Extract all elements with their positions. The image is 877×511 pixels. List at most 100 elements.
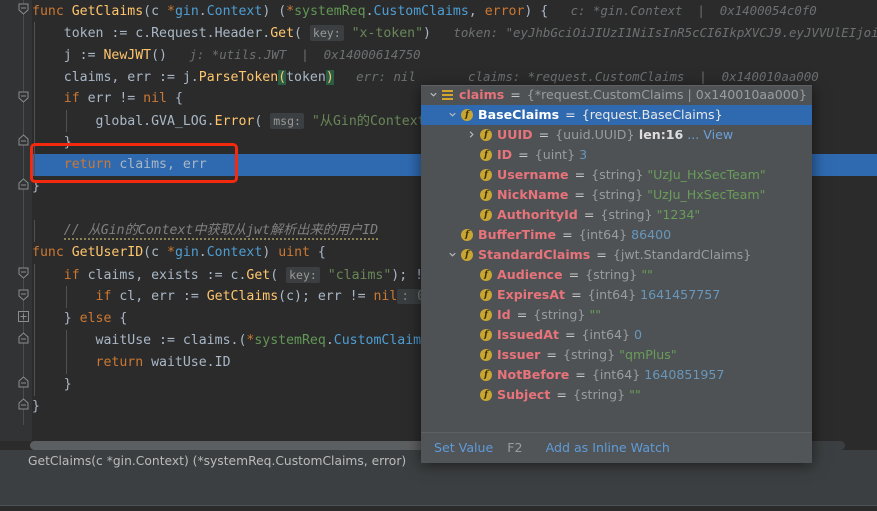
code-token: }: [63, 311, 80, 326]
editor-gutter[interactable]: [0, 0, 32, 441]
code-line[interactable]: if claims, exists := c.Get( key: "claims…: [32, 264, 447, 286]
indent-guide: [65, 330, 67, 352]
variable-text: StandardClaims = {jwt.StandardClaims}: [478, 245, 751, 265]
equals-sign: =: [560, 327, 580, 342]
code-token: claims, err: [119, 157, 207, 172]
variable-name: UUID: [497, 127, 533, 142]
fold-marker-icon[interactable]: [17, 310, 30, 323]
code-line[interactable]: j := NewJWT() j: *utils.JWT | 0x14000614…: [32, 44, 421, 66]
view-link[interactable]: ... View: [683, 127, 733, 142]
code-token: Get: [246, 268, 271, 283]
fold-marker-icon[interactable]: [17, 398, 30, 411]
debugger-value-popup[interactable]: claims = {*request.CustomClaims | 0x1400…: [421, 85, 812, 463]
variable-value: 0: [630, 327, 643, 342]
chevron-down-icon[interactable]: [446, 105, 458, 125]
variable-row[interactable]: f ID = {uint} 3: [421, 145, 812, 165]
code-token: return: [95, 355, 152, 370]
chevron-down-icon[interactable]: [427, 85, 439, 105]
variable-type: {uuid.UUID}: [555, 127, 635, 142]
chevron-down-icon[interactable]: [446, 245, 458, 265]
code-line[interactable]: if cl, err := GetClaims(c); err != nil: …: [32, 286, 430, 308]
variable-row[interactable]: f StandardClaims = {jwt.StandardClaims}: [421, 245, 812, 265]
fold-marker-icon[interactable]: [17, 2, 30, 15]
code-token: global.GVA_LOG.: [95, 114, 215, 129]
code-token: {: [167, 91, 183, 106]
fold-marker-icon[interactable]: [17, 134, 30, 147]
indent-guide: [34, 44, 35, 66]
fold-marker-icon[interactable]: [17, 332, 30, 345]
inline-debug-hint: token: "eyJhbGciOiJIUzI1NiIsInR5cCI6IkpX…: [430, 25, 877, 40]
code-line[interactable]: waitUse := claims.(*systemReq.CustomClai…: [32, 330, 437, 352]
variable-row[interactable]: f Subject = {string} "": [421, 385, 812, 405]
variable-row[interactable]: f AuthorityId = {string} "1234": [421, 205, 812, 225]
code-token: (c); err !=: [278, 289, 374, 304]
variable-row[interactable]: claims = {*request.CustomClaims | 0x1400…: [421, 85, 812, 105]
code-line[interactable]: }: [32, 396, 40, 418]
code-line[interactable]: }: [32, 132, 72, 154]
code-token: ): [423, 26, 431, 41]
code-line[interactable]: return waitUse.ID: [32, 352, 231, 374]
equals-sign: =: [579, 207, 599, 222]
code-token: ParseToken: [198, 70, 279, 85]
equals-sign: =: [592, 247, 611, 262]
variable-row[interactable]: f BufferTime = {int64} 86400: [421, 225, 812, 245]
set-value-button[interactable]: Set Value: [434, 440, 493, 455]
code-token: (c: [143, 4, 167, 19]
code-line[interactable]: } else {: [32, 308, 128, 330]
variable-row[interactable]: f NickName = {string} "UzJu_HxSecTeam": [421, 185, 812, 205]
variable-type: {string}: [591, 167, 644, 182]
equals-sign: =: [567, 287, 586, 302]
code-token: (: [254, 114, 271, 129]
fold-marker-icon[interactable]: [17, 178, 30, 191]
code-token: waitUse.ID: [151, 355, 231, 370]
variable-row[interactable]: f UUID = {uuid.UUID} len:16 ... View: [421, 125, 812, 145]
indent-guide: [34, 132, 35, 154]
variable-row[interactable]: f Issuer = {string} "qmPlus": [421, 345, 812, 365]
fold-marker-icon[interactable]: [17, 90, 30, 103]
variables-tree[interactable]: claims = {*request.CustomClaims | 0x1400…: [421, 85, 812, 432]
code-token: }: [32, 179, 40, 194]
code-line[interactable]: func GetClaims(c *gin.Context) (*systemR…: [32, 0, 817, 22]
code-token: (c: [143, 245, 167, 260]
variable-text: Audience = {string} "": [497, 265, 653, 285]
code-line[interactable]: }: [32, 176, 40, 198]
variable-text: BaseClaims = {request.BaseClaims}: [478, 105, 723, 125]
variable-name: Audience: [497, 267, 563, 282]
variable-name: Id: [497, 307, 511, 322]
chevron-right-icon[interactable]: [465, 125, 477, 145]
variable-row[interactable]: f Username = {string} "UzJu_HxSecTeam": [421, 165, 812, 185]
popup-toolbar[interactable]: Set Value F2 Add as Inline Watch: [421, 432, 812, 463]
variable-row[interactable]: f BaseClaims = {request.BaseClaims}: [421, 105, 812, 125]
code-token: Context: [206, 245, 263, 260]
code-line[interactable]: func GetUserID(c *gin.Context) uint {: [32, 242, 326, 264]
code-line[interactable]: if err != nil {: [32, 88, 183, 110]
field-icon: f: [461, 249, 473, 261]
code-line[interactable]: }: [32, 374, 72, 396]
variable-row[interactable]: f NotBefore = {int64} 1640851957: [421, 365, 812, 385]
code-token: claims, exists := c.: [87, 268, 247, 283]
code-token: return: [63, 157, 120, 172]
code-line[interactable]: token := c.Request.Header.Get( key: "x-t…: [32, 22, 877, 44]
variable-row[interactable]: f Id = {string} "": [421, 305, 812, 325]
add-inline-watch-button[interactable]: Add as Inline Watch: [546, 440, 670, 455]
variable-value: len:16: [634, 127, 684, 142]
code-token: {: [111, 311, 128, 326]
indent-guide: [34, 220, 35, 242]
variable-row[interactable]: f ExpiresAt = {int64} 1641457757: [421, 285, 812, 305]
variable-row[interactable]: f Audience = {string} "": [421, 265, 812, 285]
variable-text: ID = {uint} 3: [497, 145, 587, 165]
fold-marker-icon[interactable]: [17, 288, 30, 301]
variable-text: NotBefore = {int64} 1640851957: [497, 365, 724, 385]
code-line[interactable]: // 从Gin的Context中获取从jwt解析出来的用户ID: [32, 220, 379, 242]
indent-guide: [34, 110, 35, 132]
fold-marker-icon[interactable]: [17, 376, 30, 389]
code-token: cl, err :=: [119, 289, 207, 304]
fold-marker-icon[interactable]: [17, 266, 30, 279]
field-icon: f: [480, 169, 492, 181]
indent-guide: [34, 88, 35, 110]
code-token: waitUse := claims.(: [95, 333, 247, 348]
code-token: CustomClaims: [373, 4, 469, 19]
variable-row[interactable]: f IssuedAt = {int64} 0: [421, 325, 812, 345]
